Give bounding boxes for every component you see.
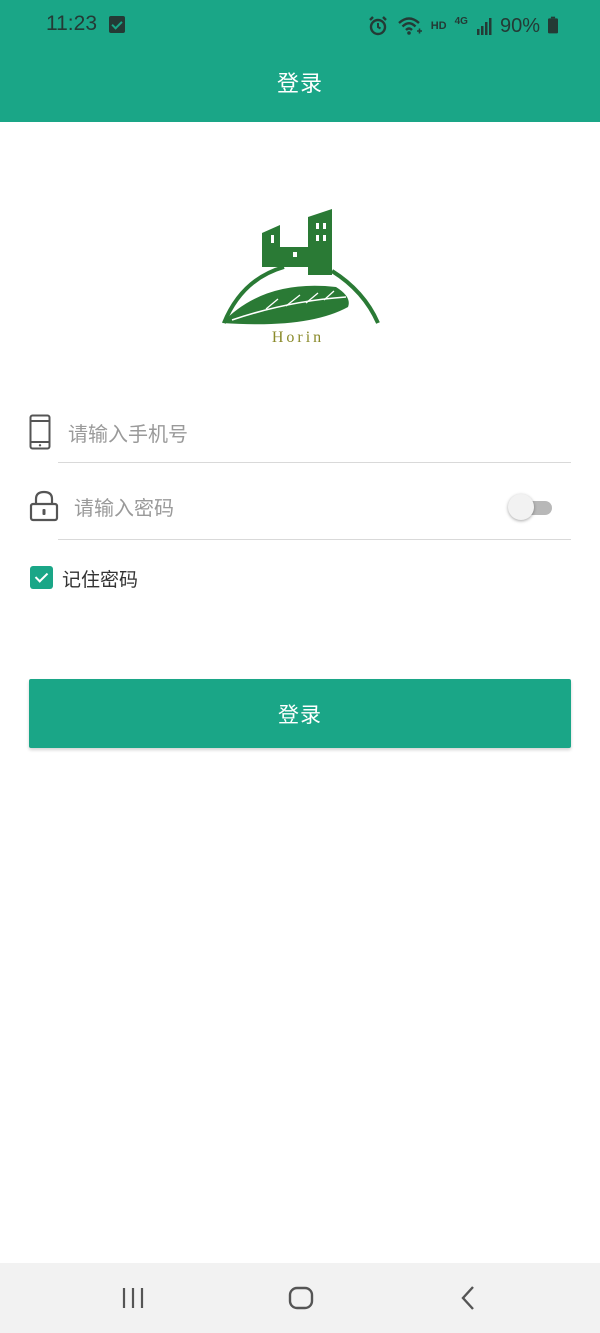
signal-4g-label: 4G (454, 15, 468, 27)
battery-icon (548, 16, 558, 34)
status-icons: HD 4G 90% (367, 13, 540, 39)
check-notification-icon (109, 16, 125, 33)
app-header: 11:23 HD 4G 90% 登录 (0, 0, 600, 122)
home-icon (288, 1286, 314, 1310)
status-time: 11:23 (46, 12, 97, 35)
back-icon (461, 1286, 474, 1310)
recent-apps-button[interactable] (73, 1263, 193, 1333)
status-bar: 11:23 HD 4G 90% (0, 0, 600, 52)
horin-logo: Horin (222, 209, 380, 346)
home-button[interactable] (241, 1263, 361, 1333)
battery-percent: 90% (499, 14, 540, 37)
toggle-thumb (508, 494, 534, 520)
recent-apps-icon (122, 1288, 144, 1308)
signal-icon (476, 18, 492, 35)
password-underline (58, 539, 571, 540)
remember-label[interactable]: 记住密码 (62, 565, 138, 592)
login-button[interactable]: 登录 (29, 679, 571, 748)
wifi-icon (397, 17, 422, 35)
alarm-icon (368, 16, 387, 36)
system-nav-bar (0, 1263, 600, 1333)
phone-underline (58, 462, 571, 463)
page-title: 登录 (276, 72, 323, 97)
password-input[interactable] (72, 492, 496, 524)
show-password-toggle[interactable] (508, 494, 554, 520)
phone-input[interactable] (66, 418, 550, 450)
network-hd-label: HD (430, 20, 447, 32)
logo-brand-text: Horin (272, 329, 324, 346)
remember-checkbox[interactable] (30, 566, 53, 589)
back-button[interactable] (408, 1263, 528, 1333)
phone-icon (29, 414, 51, 450)
lock-icon (29, 490, 59, 522)
